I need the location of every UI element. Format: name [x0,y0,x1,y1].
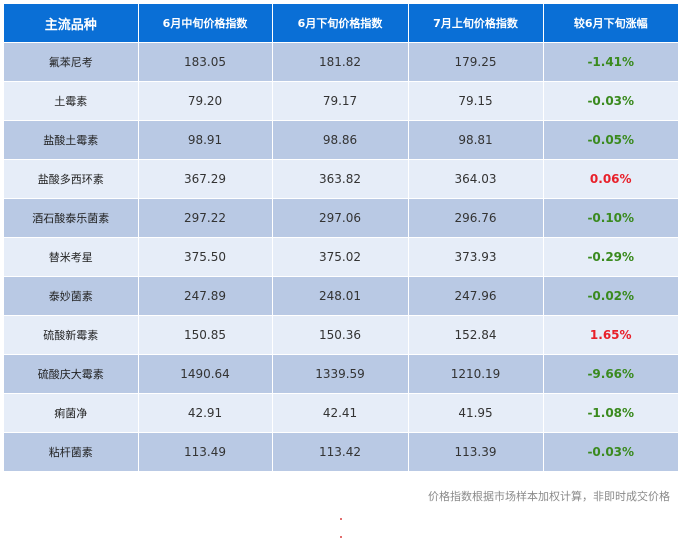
cell-early-july: 296.76 [408,198,544,238]
table-row: 替米考星 375.50 375.02 373.93 -0.29% [4,237,678,277]
table-row: 粘杆菌素 113.49 113.42 113.39 -0.03% [4,432,678,471]
cell-variety-name: 氟苯尼考 [4,42,139,82]
cell-variety-name: 硫酸新霉素 [4,315,139,355]
cell-variety-name: 痢菌净 [4,393,139,433]
cell-mid-june: 375.50 [138,237,273,277]
cell-change: -0.03% [543,81,678,121]
cell-variety-name: 粘杆菌素 [4,432,139,471]
cell-early-july: 179.25 [408,42,544,82]
cell-late-june: 98.86 [272,120,409,160]
cell-variety-name: 硫酸庆大霉素 [4,354,139,394]
cell-variety-name: 土霉素 [4,81,139,121]
cell-early-july: 98.81 [408,120,544,160]
header-late-june: 6月下旬价格指数 [272,4,409,43]
table-row: 酒石酸泰乐菌素 297.22 297.06 296.76 -0.10% [4,198,678,238]
table-row: 盐酸多西环素 367.29 363.82 364.03 0.06% [4,159,678,199]
cell-late-june: 79.17 [272,81,409,121]
cell-change: -0.10% [543,198,678,238]
header-early-july: 7月上旬价格指数 [408,4,544,43]
header-mid-june: 6月中旬价格指数 [138,4,273,43]
table-row: 痢菌净 42.91 42.41 41.95 -1.08% [4,393,678,433]
cell-late-june: 297.06 [272,198,409,238]
table-row: 盐酸土霉素 98.91 98.86 98.81 -0.05% [4,120,678,160]
table-body: 氟苯尼考 183.05 181.82 179.25 -1.41% 土霉素 79.20 79.1… [4,42,678,471]
cell-early-july: 247.96 [408,276,544,316]
cell-change: 1.65% [543,315,678,355]
cell-late-june: 363.82 [272,159,409,199]
cell-late-june: 248.01 [272,276,409,316]
cell-variety-name: 酒石酸泰乐菌素 [4,198,139,238]
cell-late-june: 42.41 [272,393,409,433]
cell-variety-name: 泰妙菌素 [4,276,139,316]
cell-early-july: 113.39 [408,432,544,471]
cell-change: -0.02% [543,276,678,316]
header-change: 较6月下旬涨幅 [543,4,678,43]
cell-late-june: 1339.59 [272,354,409,394]
cell-mid-june: 98.91 [138,120,273,160]
cell-change: -1.41% [543,42,678,82]
table-header-row: 主流品种 6月中旬价格指数 6月下旬价格指数 7月上旬价格指数 较6月下旬涨幅 [4,4,678,43]
table-row: 土霉素 79.20 79.17 79.15 -0.03% [4,81,678,121]
cell-early-july: 41.95 [408,393,544,433]
cell-change: 0.06% [543,159,678,199]
cell-early-july: 152.84 [408,315,544,355]
cell-change: -0.03% [543,432,678,471]
cell-variety-name: 盐酸土霉素 [4,120,139,160]
decorative-dot [340,518,342,520]
cell-variety-name: 盐酸多西环素 [4,159,139,199]
table-row: 氟苯尼考 183.05 181.82 179.25 -1.41% [4,42,678,82]
table-row: 泰妙菌素 247.89 248.01 247.96 -0.02% [4,276,678,316]
table-row: 硫酸新霉素 150.85 150.36 152.84 1.65% [4,315,678,355]
cell-change: -9.66% [543,354,678,394]
cell-mid-june: 297.22 [138,198,273,238]
cell-mid-june: 42.91 [138,393,273,433]
price-index-table: 主流品种 6月中旬价格指数 6月下旬价格指数 7月上旬价格指数 较6月下旬涨幅 … [4,4,678,471]
cell-early-july: 1210.19 [408,354,544,394]
cell-mid-june: 150.85 [138,315,273,355]
cell-early-july: 79.15 [408,81,544,121]
cell-variety-name: 替米考星 [4,237,139,277]
cell-mid-june: 367.29 [138,159,273,199]
cell-mid-june: 183.05 [138,42,273,82]
cell-late-june: 375.02 [272,237,409,277]
decorative-dot [340,536,342,538]
footnote: 价格指数根据市场样本加权计算，非即时成交价格 [428,490,670,503]
cell-mid-june: 113.49 [138,432,273,471]
table-row: 硫酸庆大霉素 1490.64 1339.59 1210.19 -9.66% [4,354,678,394]
cell-late-june: 150.36 [272,315,409,355]
cell-late-june: 113.42 [272,432,409,471]
header-variety: 主流品种 [4,4,139,43]
cell-mid-june: 79.20 [138,81,273,121]
cell-change: -0.29% [543,237,678,277]
cell-early-july: 373.93 [408,237,544,277]
cell-change: -1.08% [543,393,678,433]
cell-late-june: 181.82 [272,42,409,82]
cell-early-july: 364.03 [408,159,544,199]
cell-change: -0.05% [543,120,678,160]
cell-mid-june: 247.89 [138,276,273,316]
cell-mid-june: 1490.64 [138,354,273,394]
